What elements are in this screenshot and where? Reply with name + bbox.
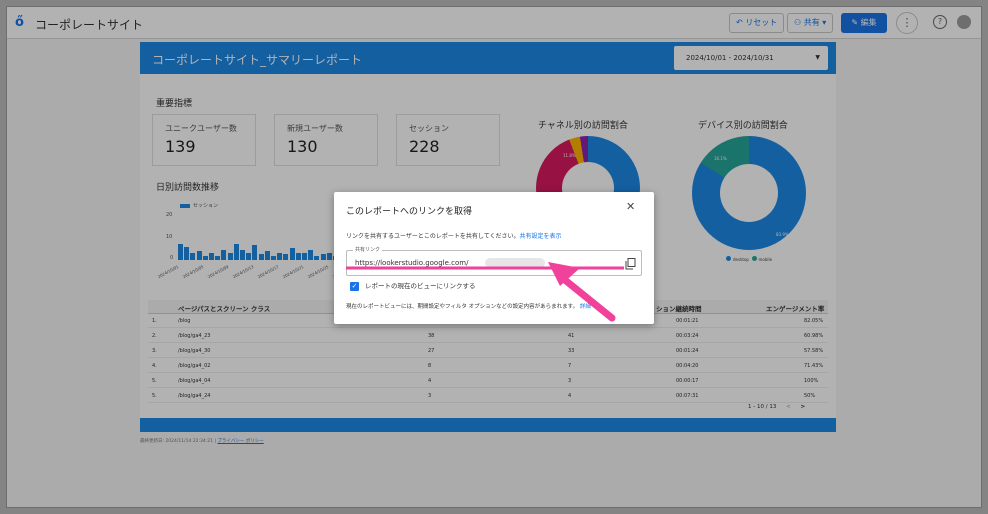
sharing-settings-link[interactable]: 共有設定を表示 (520, 233, 562, 240)
share-link-label: 共有リンク (353, 246, 383, 253)
share-link-value[interactable]: https://lookerstudio.google.com/ (355, 259, 468, 267)
learn-more-link[interactable]: 詳細 (580, 304, 591, 310)
copy-icon[interactable] (625, 258, 636, 270)
link-current-view-checkbox[interactable]: ✓ (350, 281, 359, 291)
share-link-field[interactable]: 共有リンク https://lookerstudio.google.com/ (346, 246, 642, 276)
dialog-title: このレポートへのリンクを取得 (346, 207, 473, 217)
get-link-dialog: このレポートへのリンクを取得 ✕ リンクを共有するユーザーとこのレポートを共有し… (334, 192, 654, 324)
close-icon[interactable]: ✕ (626, 200, 635, 213)
redacted-link-part (485, 258, 545, 268)
dialog-note: 現在のレポートビューには、期間設定やフィルタ オプションなどの設定内容があらまれ… (346, 304, 591, 310)
dialog-description: リンクを共有するユーザーとこのレポートを共有してください。共有設定を表示 (346, 233, 562, 240)
link-current-view-option[interactable]: ✓ レポートの現在のビューにリンクする (350, 280, 476, 291)
